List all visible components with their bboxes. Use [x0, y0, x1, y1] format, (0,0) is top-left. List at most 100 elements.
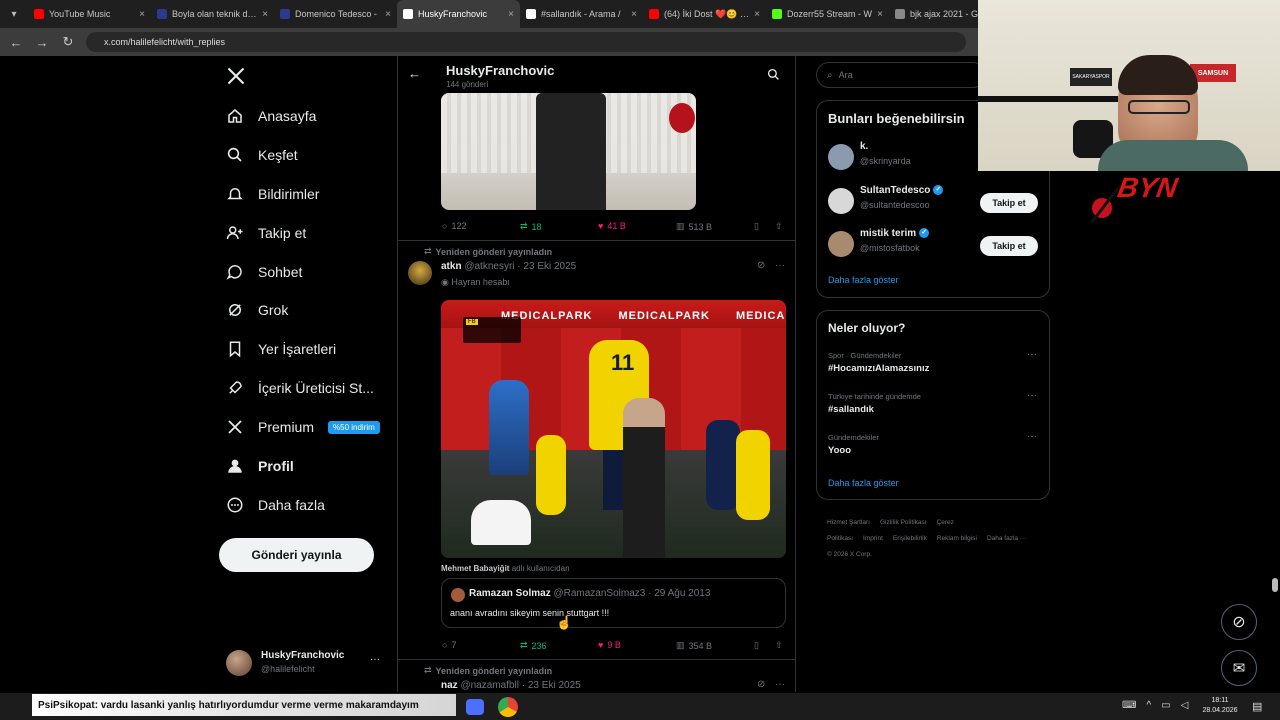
reload-icon[interactable]: ↻: [60, 34, 76, 50]
post-date[interactable]: 23 Eki 2025: [528, 680, 581, 691]
views-button[interactable]: ▥ 354 B: [676, 640, 712, 651]
browser-tab[interactable]: #sallandık - Arama / ×: [520, 0, 643, 28]
trend-name: Yooo: [828, 445, 852, 456]
reply-button[interactable]: ○ 122: [442, 221, 466, 231]
nav-item-person[interactable]: Profil: [226, 454, 294, 478]
tab-title: Boyla olan teknik dire: [172, 9, 258, 19]
tab-close-icon[interactable]: ×: [262, 9, 268, 20]
account-more-icon[interactable]: ···: [370, 654, 380, 665]
nav-item-bell[interactable]: Bildirimler: [226, 182, 319, 206]
browser-tab[interactable]: HuskyFranchovic ×: [397, 0, 520, 28]
nav-item-label: Anasayfa: [258, 108, 317, 124]
trend-more-icon[interactable]: ···: [1027, 390, 1037, 401]
repost-button[interactable]: ⇄ 236: [520, 640, 547, 651]
trend-name: #HocamızıAlamazsınız: [828, 363, 930, 374]
scrollbar-thumb[interactable]: [1272, 578, 1278, 592]
follow-button[interactable]: Takip et: [980, 193, 1038, 213]
volume-icon[interactable]: ◁: [1181, 700, 1189, 711]
browser-tab[interactable]: YouTube Music ×: [28, 0, 151, 28]
search-icon[interactable]: [767, 68, 780, 86]
back-icon[interactable]: ←: [8, 35, 24, 50]
source-user[interactable]: Mehmet Babayiğit: [441, 564, 509, 573]
tab-close-icon[interactable]: ×: [385, 9, 391, 20]
footer-link[interactable]: Reklam bilgisi: [937, 535, 977, 542]
grok-float-button[interactable]: ⊘: [1221, 604, 1257, 640]
nav-item-chat[interactable]: Sohbet: [226, 260, 302, 284]
suggestion-avatar: [828, 144, 854, 170]
nav-item-search[interactable]: Keşfet: [226, 143, 298, 167]
search-box[interactable]: ⌕ Ara: [816, 62, 986, 88]
tab-close-icon[interactable]: ×: [508, 9, 514, 20]
taskbar-clock[interactable]: 18:11 28.04.2026: [1200, 696, 1240, 716]
nav-item-grok[interactable]: Grok: [226, 298, 288, 322]
bookmark-icon[interactable]: ▯: [754, 640, 759, 651]
nav-item-label: Daha fazla: [258, 497, 325, 513]
more-icon[interactable]: ···: [775, 260, 785, 271]
footer-link[interactable]: Hizmet Şartları: [827, 519, 870, 526]
tab-search-menu[interactable]: ▾: [0, 0, 28, 28]
views-button[interactable]: ▥ 513 B: [676, 221, 712, 232]
nav-item-rocket[interactable]: İçerik Üreticisi St...: [226, 376, 374, 400]
like-button[interactable]: ♥ 41 B: [598, 221, 626, 231]
footer-link[interactable]: Erişilebilirlik: [893, 535, 927, 542]
author-handle[interactable]: @atknesyri: [464, 261, 514, 272]
trends-show-more-link[interactable]: Daha fazla göster: [828, 478, 899, 488]
tab-close-icon[interactable]: ×: [631, 9, 637, 20]
bookmark-icon[interactable]: ▯: [754, 221, 759, 232]
notification-icon[interactable]: ▤: [1252, 700, 1262, 713]
post-image[interactable]: [441, 93, 696, 210]
forward-icon[interactable]: →: [34, 35, 50, 50]
grok-icon[interactable]: ⊘: [757, 679, 765, 690]
grok-icon[interactable]: ⊘: [757, 260, 765, 271]
author-avatar[interactable]: [408, 261, 432, 285]
browser-tab[interactable]: Boyla olan teknik dire ×: [151, 0, 274, 28]
tab-close-icon[interactable]: ×: [139, 9, 145, 20]
follow-button[interactable]: Takip et: [980, 236, 1038, 256]
account-switcher[interactable]: HuskyFranchovic @halilefelicht ···: [226, 648, 386, 680]
browser-tab[interactable]: Domenico Tedesco - ×: [274, 0, 397, 28]
author-name[interactable]: atkn: [441, 261, 462, 272]
stream-ticker: PsiPsikopat: vardu lasanki yanlış hatırl…: [32, 694, 456, 716]
chevron-up-icon[interactable]: ^: [1146, 700, 1151, 711]
repost-button[interactable]: ⇄ 18: [520, 221, 542, 232]
chat-icon: [226, 265, 242, 280]
browser-tab[interactable]: (64) İki Dost ❤️😊 #h ×: [643, 0, 766, 28]
url-field[interactable]: x.com/halilefelicht/with_replies: [86, 32, 966, 52]
nav-item-more-circle[interactable]: Daha fazla: [226, 493, 325, 517]
tab-close-icon[interactable]: ×: [754, 9, 760, 20]
footer-link[interactable]: Daha fazla ···: [987, 535, 1026, 542]
trend-more-icon[interactable]: ···: [1027, 349, 1037, 360]
author-handle[interactable]: @nazamafbll: [460, 680, 519, 691]
tab-close-icon[interactable]: ×: [877, 9, 883, 20]
nav-item-x[interactable]: Premium %50 indirim: [226, 415, 380, 439]
trend-more-icon[interactable]: ···: [1027, 431, 1037, 442]
taskbar-app-icon[interactable]: [466, 699, 484, 715]
tab-favicon-icon: [157, 9, 167, 19]
footer-link[interactable]: Gizlilik Politikası: [880, 519, 927, 526]
chrome-taskbar-icon[interactable]: [498, 697, 518, 717]
browser-tab[interactable]: Dozerr55 Stream - W ×: [766, 0, 889, 28]
view-count: 354 B: [688, 640, 713, 651]
show-more-link[interactable]: Daha fazla göster: [828, 275, 899, 285]
share-icon[interactable]: ⇧: [775, 221, 783, 232]
nav-item-follow[interactable]: Takip et: [226, 221, 306, 245]
post-video[interactable]: MEDICALPARKMEDICALPARKMEDICALPARK FB 11: [441, 300, 786, 558]
badge-label: Hayran hesabı: [451, 277, 510, 287]
more-icon[interactable]: ···: [775, 679, 785, 690]
nav-item-bookmark[interactable]: Yer İşaretleri: [226, 337, 336, 361]
back-arrow-icon[interactable]: ←: [408, 66, 421, 81]
post-date[interactable]: 23 Eki 2025: [523, 261, 576, 272]
author-name[interactable]: naz: [441, 680, 458, 691]
share-icon[interactable]: ⇧: [775, 640, 783, 651]
tab-title: (64) İki Dost ❤️😊 #h: [664, 8, 750, 19]
reply-button[interactable]: ○ 7: [442, 640, 456, 650]
post-button[interactable]: Gönderi yayınla: [219, 538, 374, 572]
nav-item-home[interactable]: Anasayfa: [226, 104, 316, 128]
like-button[interactable]: ♥ 9 B: [598, 640, 621, 650]
messages-float-button[interactable]: ✉: [1221, 650, 1257, 686]
keyboard-icon[interactable]: ⌨: [1122, 700, 1136, 711]
footer-link[interactable]: Imprint: [863, 535, 883, 542]
x-logo[interactable]: [226, 66, 246, 86]
network-icon[interactable]: ▭: [1161, 700, 1170, 711]
quoted-post[interactable]: Ramazan Solmaz @RamazanSolmaz3 · 29 Ağu …: [441, 578, 786, 628]
